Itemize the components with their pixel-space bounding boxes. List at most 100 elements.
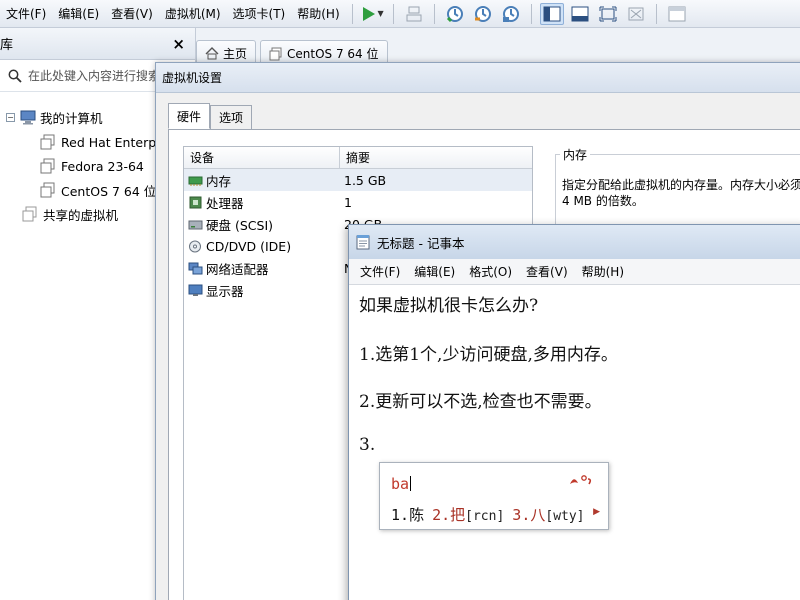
text-caret: [410, 476, 412, 491]
ime-candidate[interactable]: 1.陈: [391, 504, 424, 525]
tree-item-my-computer[interactable]: − 我的计算机: [6, 106, 103, 128]
snapshot-manager-icon: [502, 5, 519, 22]
tab-home-label: 主页: [223, 47, 248, 61]
memory-description: 指定分配给此虚拟机的内存量。内存大小必须为 4 MB 的倍数。: [562, 178, 800, 208]
tab-hardware[interactable]: 硬件: [168, 103, 211, 129]
menu-vm[interactable]: 虚拟机(M): [159, 0, 227, 28]
text-line: 1.选第1个,少访问硬盘,多用内存。: [359, 345, 618, 365]
device-name: 硬盘 (SCSI): [206, 217, 274, 233]
console-view-icon: [668, 6, 686, 21]
shared-vm-icon: [22, 206, 37, 222]
ime-composition: ba: [391, 475, 412, 493]
tree-label-vm: Fedora 23-64: [61, 158, 144, 174]
library-header: 库 ×: [0, 28, 195, 60]
toolbar-separator: [655, 3, 657, 24]
device-name: CD/DVD (IDE): [206, 238, 292, 254]
device-name: 网络适配器: [206, 261, 269, 277]
network-icon: [188, 262, 203, 274]
menu-help[interactable]: 帮助(H): [291, 0, 345, 28]
vm-icon: [40, 182, 55, 198]
vm-icon: [269, 47, 282, 60]
send-ctrl-alt-del-button[interactable]: [402, 3, 426, 25]
computer-icon: [20, 110, 36, 124]
notepad-window: 无标题 - 记事本 文件(F) 编辑(E) 格式(O) 查看(V) 帮助(H) …: [348, 224, 800, 600]
snapshot-manager-button[interactable]: [499, 3, 523, 25]
chevron-down-icon: ▼: [377, 9, 384, 18]
memory-group-title: 内存: [560, 146, 591, 163]
show-library-button[interactable]: [539, 2, 564, 25]
close-icon[interactable]: ×: [172, 35, 185, 53]
tree-item-vm[interactable]: Fedora 23-64: [40, 155, 144, 177]
menu-tabs[interactable]: 选项卡(T): [227, 0, 292, 28]
tab-options[interactable]: 选项: [210, 105, 253, 129]
fullscreen-icon: [599, 6, 617, 21]
notepad-menu-file[interactable]: 文件(F): [353, 263, 407, 280]
tree-label-shared-vms: 共享的虚拟机: [43, 207, 119, 223]
ime-candidate-list: 1.陈 2.把[rcn] 3.八[wty]: [391, 504, 593, 525]
menu-view[interactable]: 查看(V): [105, 0, 159, 28]
ime-candidate-window: ba 1.陈 2.把[rcn] 3.八[wty] ▶: [379, 462, 609, 530]
device-name: 处理器: [206, 195, 244, 211]
column-header-summary[interactable]: 摘要: [340, 147, 370, 168]
revert-snapshot-button[interactable]: [471, 3, 495, 25]
tree-label-vm: CentOS 7 64 位: [61, 183, 157, 199]
ime-composition-text: ba: [391, 475, 410, 493]
library-title: 库: [0, 38, 14, 53]
notepad-menu-format[interactable]: 格式(O): [462, 263, 519, 280]
search-icon: [8, 69, 22, 83]
toolbar-separator: [433, 3, 435, 24]
toolbar-separator: [530, 3, 532, 24]
search-placeholder: 在此处键入内容进行搜索: [28, 69, 161, 83]
snapshot-icon: [446, 5, 463, 22]
text-line: 2.更新可以不选,检查也不需要。: [359, 392, 602, 412]
power-on-button[interactable]: ▼: [361, 3, 385, 25]
dialog-title: 虚拟机设置: [156, 63, 800, 93]
device-summary: 1: [344, 194, 352, 210]
fullscreen-button[interactable]: [596, 3, 620, 25]
memory-icon: [188, 176, 203, 186]
take-snapshot-button[interactable]: [443, 3, 467, 25]
keyboard-send-icon: [406, 6, 422, 21]
toolbar-separator: [351, 3, 353, 24]
library-panel-icon: [543, 6, 561, 21]
notepad-title: 无标题 - 记事本: [377, 235, 465, 251]
cdrom-icon: [189, 240, 201, 252]
tree-item-vm[interactable]: CentOS 7 64 位: [40, 179, 156, 201]
collapse-icon[interactable]: −: [6, 112, 15, 122]
menu-edit[interactable]: 编辑(E): [52, 0, 105, 28]
device-summary: 1.5 GB: [344, 172, 387, 188]
ime-candidate[interactable]: 3.八[wty]: [512, 504, 584, 525]
device-row-cpu[interactable]: 处理器 1: [184, 191, 532, 213]
cpu-icon: [189, 196, 202, 208]
column-header-device[interactable]: 设备: [184, 147, 340, 168]
console-view-button[interactable]: [665, 3, 689, 25]
ime-logo-icon: [570, 475, 592, 485]
device-list-header: 设备 摘要: [184, 147, 532, 169]
settings-tab-strip: 硬件 选项: [168, 103, 253, 129]
display-icon: [188, 284, 203, 296]
notepad-titlebar[interactable]: 无标题 - 记事本: [349, 225, 800, 259]
notepad-menu-help[interactable]: 帮助(H): [575, 263, 631, 280]
home-icon: [205, 47, 219, 60]
notepad-icon: [356, 235, 370, 250]
thumbnail-bar-icon: [571, 6, 589, 21]
tab-centos-label: CentOS 7 64 位: [287, 47, 379, 61]
ime-candidate[interactable]: 2.把[rcn]: [432, 504, 504, 525]
text-line: 3.: [359, 435, 376, 455]
unity-button[interactable]: [624, 3, 648, 25]
menu-file[interactable]: 文件(F): [0, 0, 52, 28]
harddisk-icon: [188, 220, 203, 229]
vm-icon: [40, 158, 55, 174]
device-name: 显示器: [206, 283, 244, 299]
notepad-menubar: 文件(F) 编辑(E) 格式(O) 查看(V) 帮助(H): [349, 259, 800, 285]
vm-icon: [40, 134, 55, 150]
main-menubar: 文件(F) 编辑(E) 查看(V) 虚拟机(M) 选项卡(T) 帮助(H) ▼: [0, 0, 800, 28]
device-row-memory[interactable]: 内存 1.5 GB: [184, 169, 532, 191]
tree-item-shared-vms[interactable]: 共享的虚拟机: [22, 203, 118, 225]
ime-next-page-icon[interactable]: ▶: [593, 507, 600, 517]
notepad-menu-edit[interactable]: 编辑(E): [407, 263, 462, 280]
tree-label-my-computer: 我的计算机: [40, 110, 103, 126]
toolbar-separator: [392, 3, 394, 24]
notepad-menu-view[interactable]: 查看(V): [519, 263, 575, 280]
thumbnail-bar-button[interactable]: [568, 3, 592, 25]
